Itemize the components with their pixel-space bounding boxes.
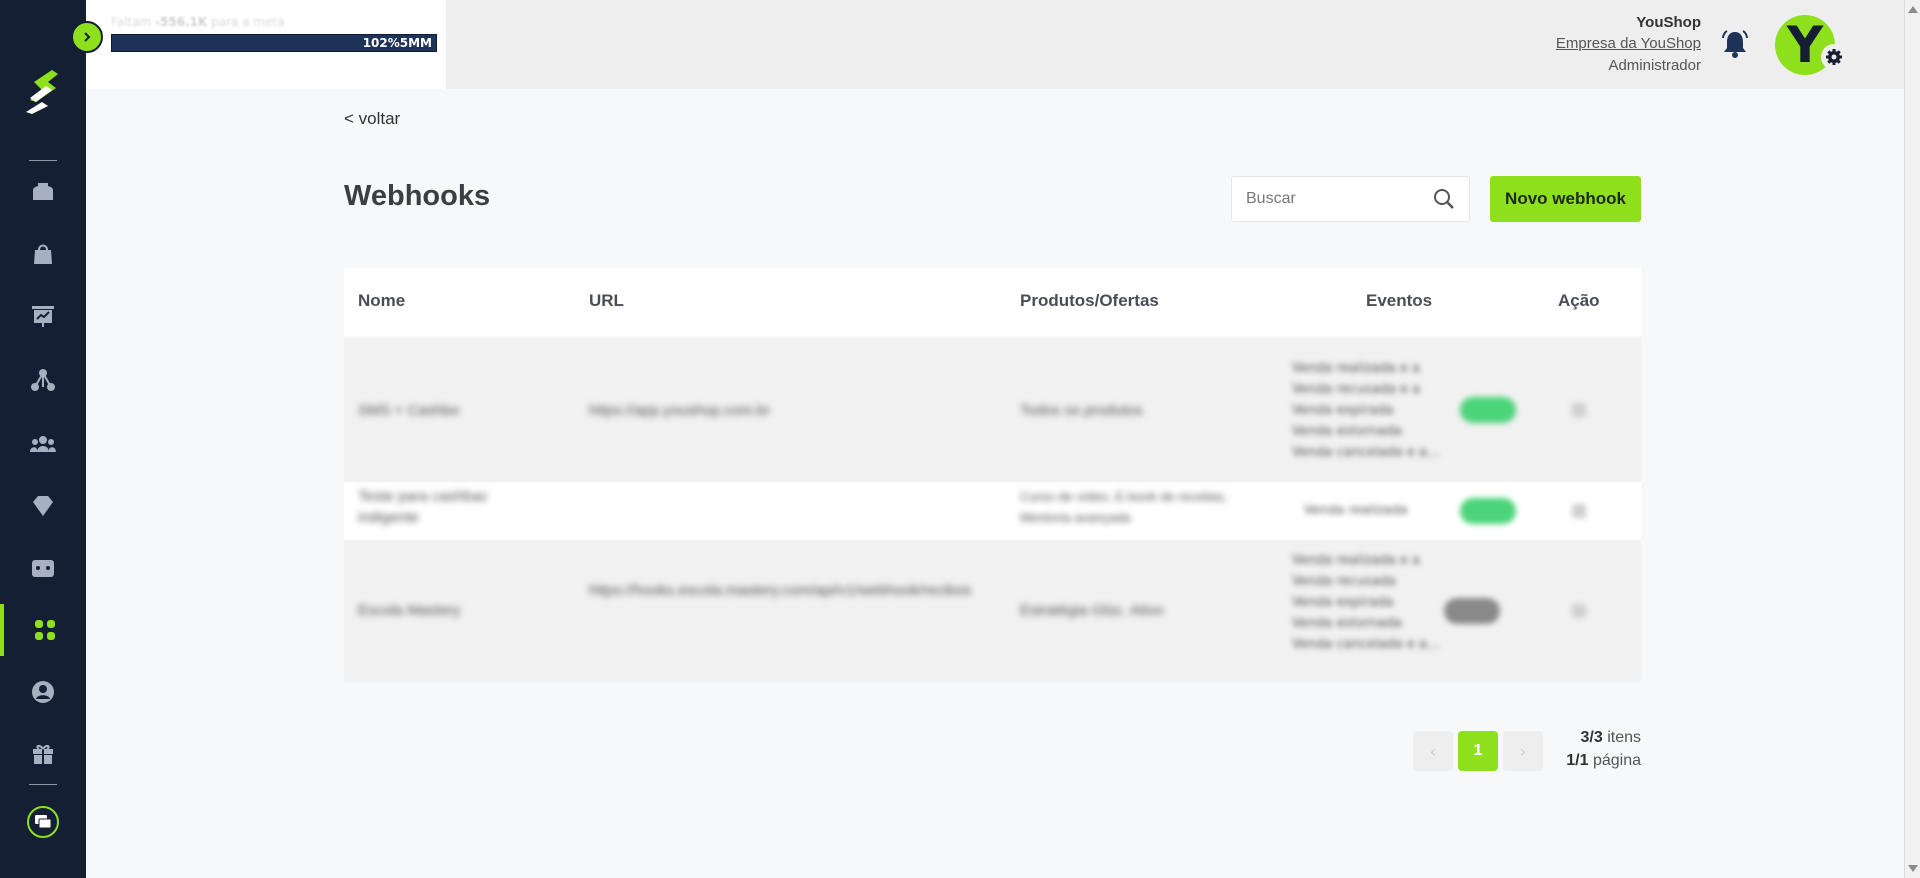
table-row[interactable]: SMS + Cashbo https://app.youshop.com.br … (344, 338, 1641, 482)
goal-card: Faltam -556.1K para a meta 102%5MM (86, 0, 446, 89)
prev-page-button[interactable]: ‹ (1413, 731, 1453, 771)
user-role: Administrador (1608, 57, 1701, 74)
goal-text: Faltam -556.1K para a meta (111, 15, 285, 29)
status-toggle[interactable] (1460, 397, 1516, 423)
sidebar-item-apps[interactable] (0, 604, 86, 656)
user-name: YouShop (1636, 14, 1701, 31)
column-header-name: Nome (358, 291, 406, 310)
sidebar-item-rewards[interactable] (0, 728, 86, 780)
page-scrollbar[interactable] (1904, 0, 1920, 878)
cell-events: Venda realizada e a Venda recusada Venda… (1292, 550, 1439, 655)
sidebar-item-network[interactable] (0, 354, 86, 406)
sidebar (0, 0, 86, 878)
event-item: Venda expirada (1292, 595, 1394, 610)
page-title: Webhooks (344, 180, 491, 212)
status-toggle[interactable] (1460, 498, 1516, 524)
page-count: 1/1 página (1566, 752, 1641, 770)
chat-icon (27, 806, 59, 838)
cell-events: Venda realizada e a Venda recusada e a V… (1292, 358, 1439, 463)
goal-amount: -556.1K (155, 15, 208, 29)
goal-progress-label: 102%5MM (362, 36, 432, 50)
apps-grid-icon (35, 620, 55, 640)
expand-sidebar-button[interactable] (71, 21, 103, 53)
avatar-letter: Y (1786, 16, 1824, 74)
items-count: 3/3 itens (1581, 729, 1642, 747)
event-item: Venda recusada e a (1292, 382, 1421, 397)
scroll-down-arrow-icon[interactable] (1908, 865, 1918, 872)
search-box (1231, 176, 1470, 222)
settings-gear-icon[interactable] (1821, 44, 1847, 70)
sidebar-divider (29, 160, 57, 161)
items-count-value: 3/3 (1580, 729, 1603, 746)
cell-name: Teste para cashbac indigente (358, 488, 489, 526)
page-count-label: página (1592, 752, 1641, 769)
goal-suffix: para a meta (211, 15, 285, 29)
search-input[interactable] (1232, 177, 1432, 221)
column-header-action: Ação (1558, 291, 1600, 310)
action-menu-icon[interactable] (1572, 504, 1586, 518)
new-webhook-button[interactable]: Novo webhook (1490, 176, 1641, 222)
notification-bell-icon[interactable] (1719, 28, 1751, 60)
event-item: Venda estornada (1292, 616, 1402, 631)
column-header-url: URL (589, 291, 624, 310)
cell-products: Estratégia Glúc. Ativo (1020, 602, 1164, 619)
logo-icon[interactable] (22, 68, 62, 116)
cell-products: Curso de vídeo, E-book de receitas, Ment… (1020, 489, 1228, 525)
action-menu-icon[interactable] (1572, 403, 1586, 417)
event-item: Venda cancelada e a... (1292, 445, 1440, 460)
chevron-right-icon (84, 32, 91, 42)
page-count-value: 1/1 (1566, 752, 1589, 769)
cell-url: https://hooks.escola.mastery.com/api/v1/… (589, 582, 972, 599)
sidebar-item-chat[interactable] (0, 796, 86, 848)
event-item: Venda realizada (1304, 503, 1408, 518)
user-circle-icon (32, 681, 54, 703)
event-item: Venda realizada e a (1292, 361, 1420, 376)
sidebar-item-premium[interactable] (0, 480, 86, 532)
sidebar-item-team[interactable] (0, 418, 86, 470)
gift-icon (33, 744, 53, 764)
next-page-button[interactable]: › (1503, 731, 1543, 771)
event-item: Venda estornada (1292, 424, 1402, 439)
sidebar-item-reports[interactable] (0, 290, 86, 342)
goal-progress-bar: 102%5MM (111, 34, 437, 52)
page-button-current[interactable]: 1 (1458, 731, 1498, 771)
event-item: Venda cancelada e a... (1292, 637, 1440, 652)
status-toggle[interactable] (1444, 598, 1500, 624)
gear-icon (1826, 49, 1842, 65)
table-row[interactable]: Teste para cashbac indigente Curso de ví… (344, 482, 1641, 540)
goal-prefix: Faltam (111, 15, 152, 29)
column-header-products: Produtos/Ofertas (1020, 291, 1159, 310)
user-company-link[interactable]: Empresa da YouShop (1556, 35, 1701, 52)
search-icon[interactable] (1433, 188, 1455, 210)
table-row[interactable]: Escola Mastery https://hooks.escola.mast… (344, 540, 1641, 682)
event-item: Venda expirada (1292, 403, 1394, 418)
column-header-events: Eventos (1366, 291, 1433, 310)
users-group-icon (30, 436, 56, 452)
action-menu-icon[interactable] (1572, 604, 1586, 618)
sidebar-item-profile[interactable] (0, 666, 86, 718)
cell-name: Escola Mastery (358, 602, 461, 619)
shopping-bag-icon (34, 244, 52, 264)
network-icon (31, 369, 55, 391)
cell-products: Todos os produtos (1020, 402, 1143, 419)
sidebar-item-products[interactable] (0, 228, 86, 280)
event-item: Venda realizada e a (1292, 553, 1420, 568)
cell-url: https://app.youshop.com.br (589, 402, 770, 419)
event-item: Venda recusada (1292, 574, 1396, 589)
scroll-up-arrow-icon[interactable] (1908, 6, 1918, 13)
sidebar-item-home[interactable] (0, 166, 86, 218)
presentation-chart-icon (32, 306, 54, 327)
sidebar-item-finance[interactable] (0, 542, 86, 594)
home-icon (33, 183, 53, 200)
diamond-icon (33, 496, 53, 516)
back-link[interactable]: < voltar (344, 109, 400, 129)
sidebar-divider (29, 784, 57, 785)
cell-events: Venda realizada (1304, 500, 1408, 521)
items-count-label: itens (1607, 729, 1641, 746)
wallet-icon (32, 560, 54, 577)
table-header: Nome URL Produtos/Ofertas Eventos Ação (344, 268, 1641, 336)
webhooks-table: Nome URL Produtos/Ofertas Eventos Ação S… (344, 268, 1641, 682)
cell-name: SMS + Cashbo (358, 402, 460, 419)
